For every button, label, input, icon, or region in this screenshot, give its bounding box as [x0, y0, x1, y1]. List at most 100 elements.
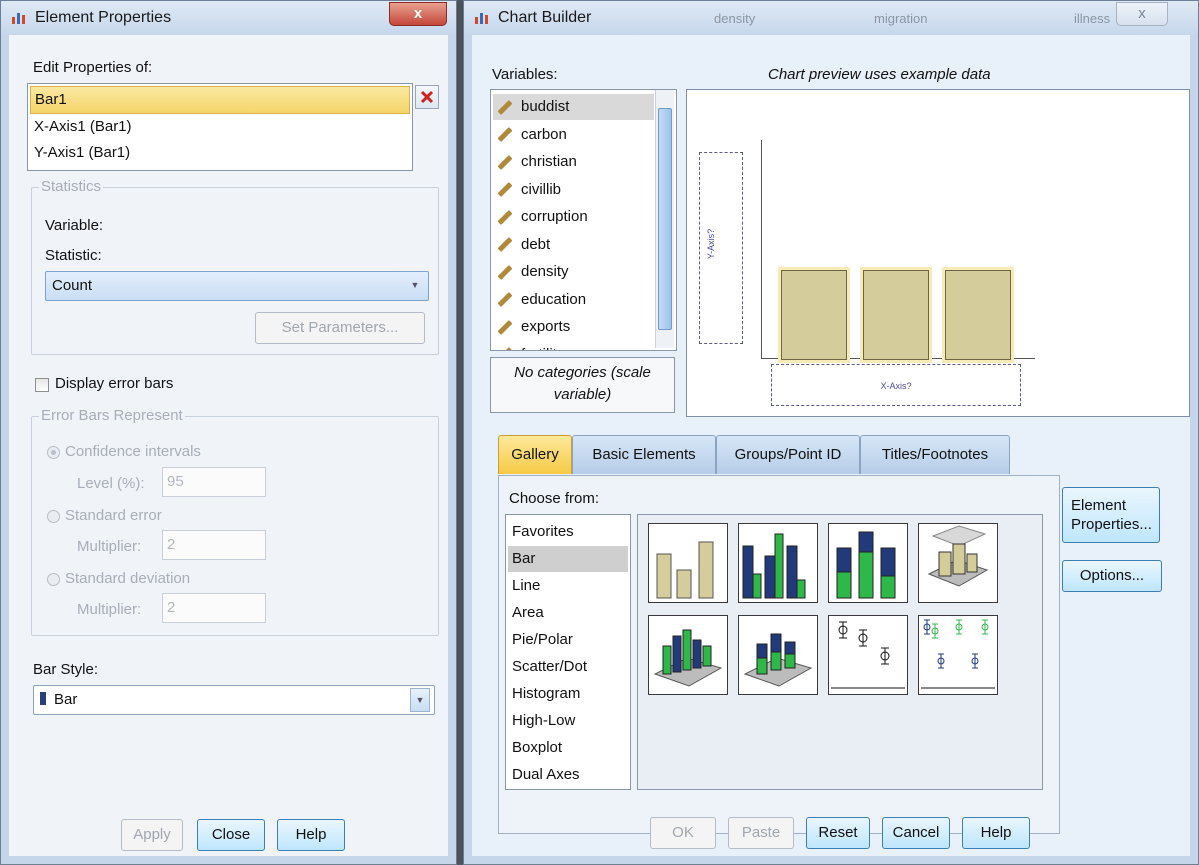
3d-clustered-bar-thumbnail[interactable] — [648, 615, 728, 695]
variable-item[interactable]: corruption — [493, 204, 654, 230]
chart-type-item[interactable]: Scatter/Dot — [508, 654, 628, 680]
display-error-bars-checkbox[interactable] — [35, 378, 49, 392]
edit-properties-label: Edit Properties of: — [33, 59, 153, 76]
variable-item[interactable]: buddist — [493, 94, 654, 120]
list-item[interactable]: Y-Axis1 (Bar1) — [30, 140, 410, 166]
chart-type-item[interactable]: Bar — [508, 546, 628, 572]
example-bar — [781, 270, 847, 360]
simple-error-bar-thumbnail[interactable] — [828, 615, 908, 695]
chart-type-item[interactable]: Dual Axes — [508, 762, 628, 788]
bar-style-select[interactable]: Bar ▼ — [33, 685, 435, 715]
close-button[interactable]: Close — [197, 819, 265, 851]
clustered-bar-thumbnail[interactable] — [738, 523, 818, 603]
y-axis-line — [761, 140, 762, 358]
3d-bar-thumbnail[interactable] — [918, 523, 998, 603]
tab-gallery[interactable]: Gallery — [498, 435, 572, 474]
delete-icon — [420, 90, 434, 104]
chart-type-item[interactable]: Boxplot — [508, 735, 628, 761]
chart-type-list[interactable]: Favorites Bar Line Area Pie/Polar Scatter/Dot… — [505, 514, 631, 790]
3d-bar-icon — [927, 525, 989, 587]
3d-stacked-bar-thumbnail[interactable] — [738, 615, 818, 695]
statistic-select[interactable]: Count ▼ — [45, 271, 429, 301]
variable-item[interactable]: education — [493, 287, 654, 313]
variable-item[interactable]: fertility — [493, 342, 654, 350]
background-tab: density — [714, 11, 756, 26]
bar-style-value: Bar — [54, 691, 78, 708]
clustered-bar-icon — [742, 533, 806, 599]
title-bar: Element Properties x — [1, 1, 456, 35]
chart-type-item[interactable]: Area — [508, 600, 628, 626]
help-button[interactable]: Help — [962, 817, 1030, 849]
scale-variable-icon — [497, 319, 513, 335]
scale-variable-icon — [497, 347, 513, 350]
element-properties-button[interactable]: Element Properties... — [1062, 487, 1160, 543]
sd-multiplier-input[interactable]: 2 — [162, 593, 266, 623]
simple-bar-thumbnail[interactable] — [648, 523, 728, 603]
preview-note: Chart preview uses example data — [768, 66, 991, 83]
scale-variable-icon — [497, 182, 513, 197]
scale-variable-icon — [497, 292, 513, 307]
variable-name: christian — [521, 153, 577, 170]
chart-builder-window: Chart Builder density migration illness … — [463, 0, 1199, 865]
standard-error-radio[interactable] — [47, 510, 60, 523]
variable-item[interactable]: debt — [493, 232, 654, 258]
tab-titles-footnotes[interactable]: Titles/Footnotes — [860, 435, 1010, 474]
no-categories-box: No categories (scale variable) — [490, 357, 675, 413]
chart-type-item[interactable]: Histogram — [508, 681, 628, 707]
list-item[interactable]: X-Axis1 (Bar1) — [30, 114, 410, 140]
variable-item[interactable]: carbon — [493, 122, 654, 148]
list-item[interactable]: Bar1 — [30, 86, 410, 114]
chart-type-item[interactable]: Pie/Polar — [508, 627, 628, 653]
ok-button[interactable]: OK — [650, 817, 716, 849]
clustered-error-bar-icon — [921, 619, 995, 689]
clustered-error-bar-thumbnail[interactable] — [918, 615, 998, 695]
apply-button[interactable]: Apply — [121, 819, 183, 851]
confidence-intervals-radio[interactable] — [47, 446, 60, 459]
variable-item[interactable]: civillib — [493, 177, 654, 203]
edit-properties-list[interactable]: Bar1 X-Axis1 (Bar1) Y-Axis1 (Bar1) — [27, 83, 413, 171]
standard-deviation-radio[interactable] — [47, 573, 60, 586]
x-axis-drop-zone[interactable]: X-Axis? — [771, 364, 1021, 406]
close-window-button[interactable]: x — [389, 2, 447, 26]
help-button[interactable]: Help — [277, 819, 345, 851]
scale-variable-icon — [497, 154, 513, 170]
standard-deviation-label: Standard deviation — [65, 570, 191, 587]
y-axis-drop-zone[interactable]: Y-Axis? — [699, 152, 743, 344]
tab-basic-elements[interactable]: Basic Elements — [572, 435, 716, 474]
stacked-bar-thumbnail[interactable] — [828, 523, 908, 603]
delete-element-button[interactable] — [415, 85, 439, 109]
title-bar: Chart Builder density migration illness … — [464, 1, 1198, 35]
se-multiplier-input[interactable]: 2 — [162, 530, 266, 560]
variable-item[interactable]: christian — [493, 149, 654, 175]
chart-thumbnail-panel — [637, 514, 1043, 790]
scale-variable-icon — [497, 209, 513, 225]
standard-error-label: Standard error — [65, 507, 162, 524]
chart-type-item[interactable]: Favorites — [508, 519, 628, 545]
example-bar — [863, 270, 929, 360]
chart-type-item[interactable]: Line — [508, 573, 628, 599]
background-tab: migration — [874, 11, 928, 26]
variable-item[interactable]: exports — [493, 314, 654, 340]
options-button[interactable]: Options... — [1062, 560, 1162, 592]
chart-preview-canvas[interactable]: Y-Axis? X-Axis? — [686, 89, 1190, 417]
cancel-button[interactable]: Cancel — [882, 817, 950, 849]
close-icon: x — [413, 5, 423, 22]
scrollbar[interactable] — [655, 90, 674, 348]
scrollbar-thumb[interactable] — [658, 108, 672, 330]
tab-groups-point-id[interactable]: Groups/Point ID — [716, 435, 860, 474]
set-parameters-button[interactable]: Set Parameters... — [255, 312, 425, 344]
variable-name: civillib — [521, 180, 562, 198]
stacked-bar-icon — [836, 531, 896, 599]
paste-button[interactable]: Paste — [728, 817, 794, 849]
close-window-button[interactable]: x — [1116, 2, 1168, 26]
level-input[interactable]: 95 — [162, 467, 266, 497]
3d-clustered-bar-icon — [653, 629, 723, 687]
chart-type-item[interactable]: High-Low — [508, 708, 628, 734]
variable-name: buddist — [521, 98, 570, 115]
scale-variable-icon — [497, 264, 513, 280]
variable-item[interactable]: density — [493, 259, 654, 285]
scale-variable-icon — [497, 99, 513, 115]
error-bar-icon — [831, 621, 905, 689]
variables-list[interactable]: buddist carbon christian civillib corruption… — [490, 89, 677, 351]
reset-button[interactable]: Reset — [806, 817, 870, 849]
